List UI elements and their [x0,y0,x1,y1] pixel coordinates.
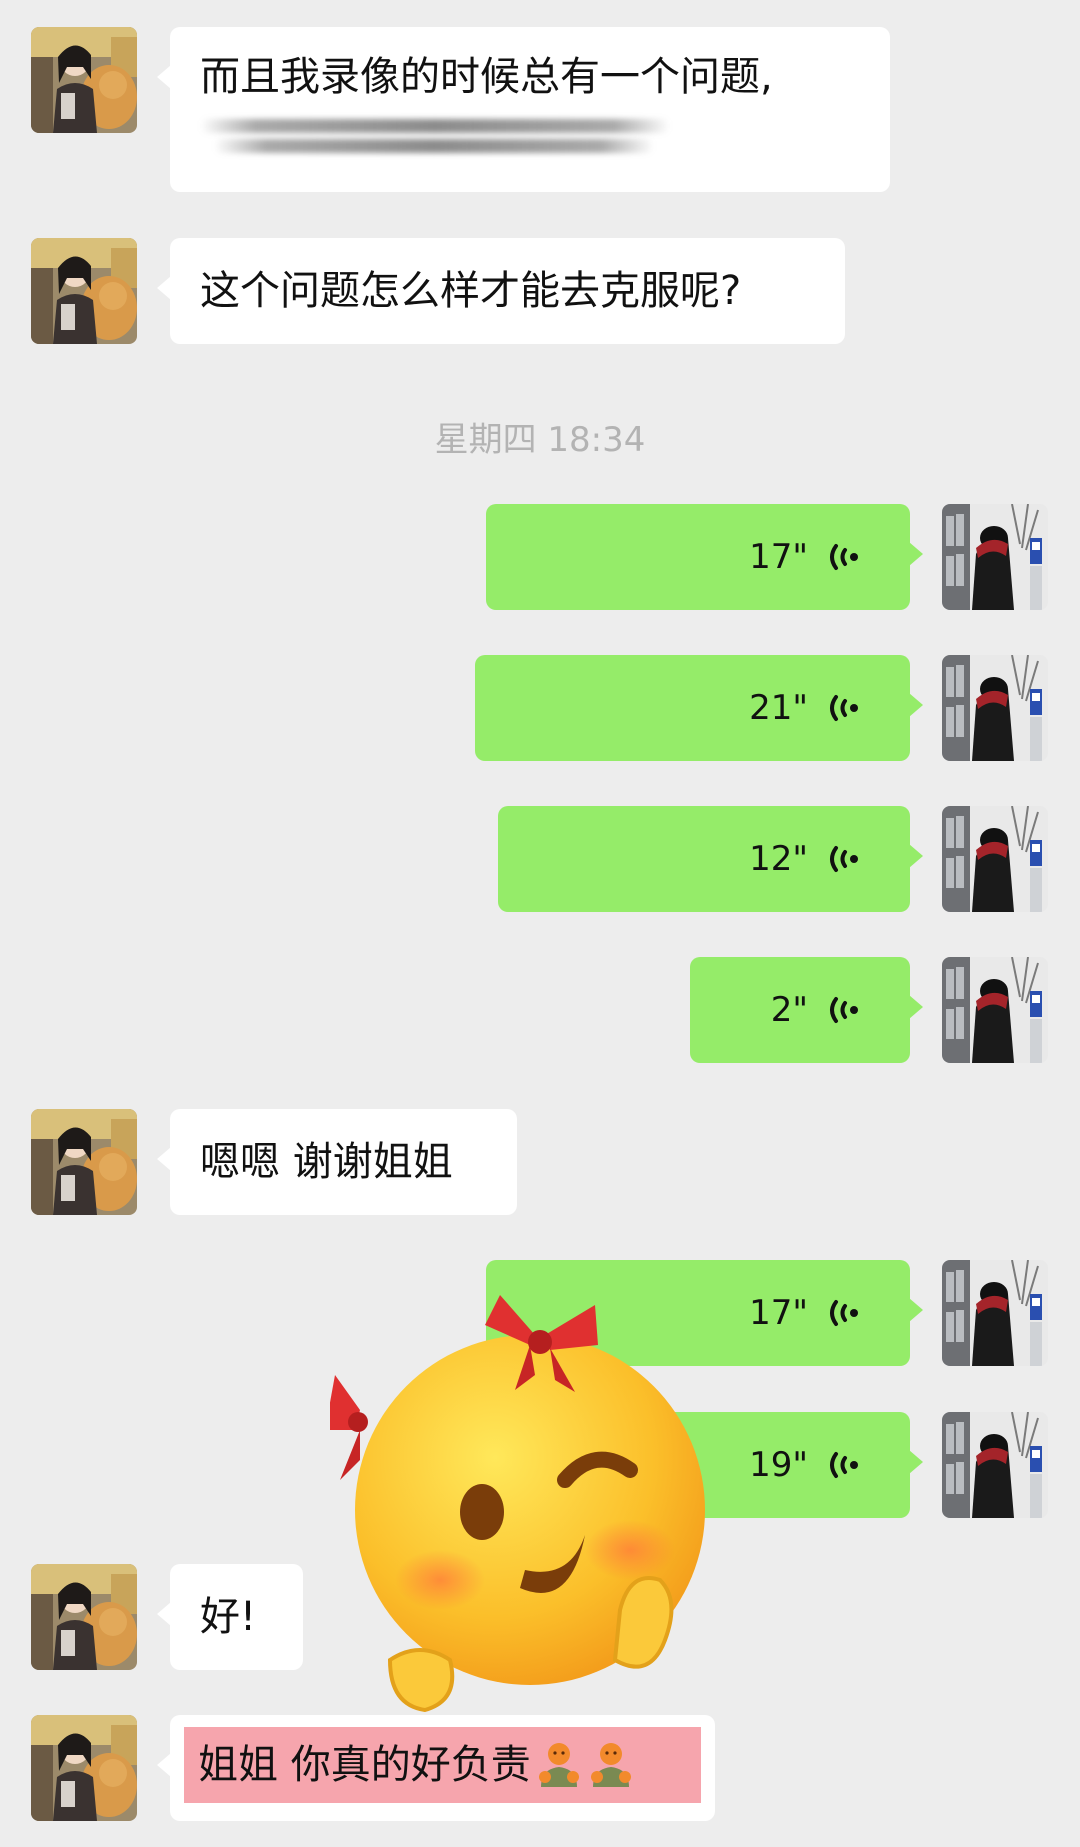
voice-duration: 19" [749,1445,808,1485]
my-avatar[interactable] [942,957,1048,1063]
my-avatar-image [942,957,1048,1063]
message-bubble-incoming[interactable]: 嗯嗯 谢谢姐姐 [157,1109,517,1215]
contact-avatar[interactable] [31,1109,137,1215]
message-text: 嗯嗯 谢谢姐姐 [200,1139,453,1185]
voice-wave-icon [824,988,868,1032]
contact-avatar-image [31,238,137,344]
voice-duration: 17" [749,537,808,577]
highlighted-text-box: 姐姐 你真的好负责 [184,1727,701,1803]
my-avatar[interactable] [942,655,1048,761]
voice-duration: 12" [749,839,808,879]
contact-avatar[interactable] [31,1564,137,1670]
contact-avatar-image [31,1109,137,1215]
contact-avatar-image [31,27,137,133]
contact-avatar[interactable] [31,27,137,133]
contact-avatar[interactable] [31,238,137,344]
winking-face-with-bow-emoji-icon [330,1295,705,1713]
message-bubble-incoming[interactable]: 而且我录像的时候总有一个问题, [157,27,890,192]
voice-message-bubble[interactable]: 2" [690,957,923,1063]
voice-message-bubble[interactable]: 17" [486,504,923,610]
blurred-redacted-text [200,119,670,153]
contact-avatar-image [31,1715,137,1821]
my-avatar-image [942,806,1048,912]
voice-wave-icon [824,1443,868,1487]
my-avatar-image [942,1412,1048,1518]
voice-wave-icon [824,837,868,881]
message-bubble-incoming[interactable]: 好! [157,1564,303,1670]
voice-message-bubble[interactable]: 12" [498,806,923,912]
my-avatar[interactable] [942,806,1048,912]
message-text: 这个问题怎么样才能去克服呢? [200,268,742,314]
message-bubble-incoming[interactable]: 这个问题怎么样才能去克服呢? [157,238,845,344]
contact-avatar[interactable] [31,1715,137,1821]
my-avatar[interactable] [942,1412,1048,1518]
contact-avatar-image [31,1564,137,1670]
voice-wave-icon [824,535,868,579]
message-text: 姐姐 你真的好负责 [198,1742,531,1788]
my-avatar[interactable] [942,1260,1048,1366]
voice-wave-icon [824,686,868,730]
my-avatar-image [942,504,1048,610]
voice-duration: 2" [770,990,808,1030]
my-avatar[interactable] [942,504,1048,610]
chat-timestamp: 星期四 18:34 [434,420,646,460]
my-avatar-image [942,655,1048,761]
voice-message-bubble[interactable]: 21" [475,655,923,761]
message-text: 而且我录像的时候总有一个问题, [200,54,773,100]
orange-person-emoji-icon [535,1741,583,1789]
voice-duration: 17" [749,1293,808,1333]
message-text: 好! [200,1594,257,1640]
message-bubble-incoming[interactable]: 姐姐 你真的好负责 [157,1715,715,1821]
voice-duration: 21" [749,688,808,728]
my-avatar-image [942,1260,1048,1366]
orange-person-emoji-icon [587,1741,635,1789]
voice-wave-icon [824,1291,868,1335]
